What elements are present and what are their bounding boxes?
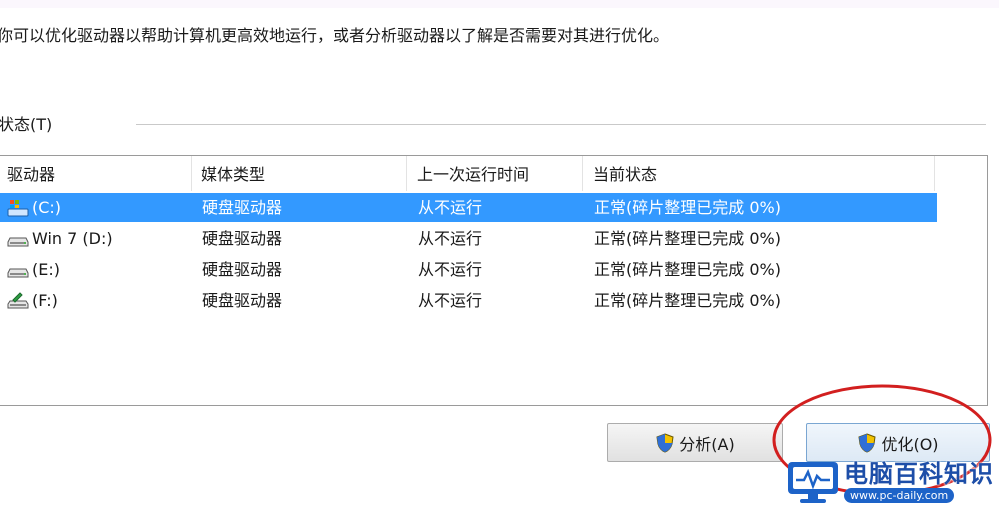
- list-header: 驱动器 媒体类型 上一次运行时间 当前状态: [0, 156, 987, 191]
- status-divider: [136, 124, 986, 125]
- last-run: 从不运行: [418, 198, 483, 217]
- drive-name: (C:): [32, 198, 62, 217]
- last-run: 从不运行: [418, 229, 483, 248]
- media-type: 硬盘驱动器: [202, 229, 283, 248]
- column-header-last-run[interactable]: 上一次运行时间: [407, 156, 583, 191]
- uac-shield-icon: [857, 432, 877, 453]
- column-header-drive[interactable]: 驱动器: [0, 156, 192, 191]
- last-run: 从不运行: [418, 260, 483, 279]
- table-row[interactable]: Win 7 (D:) 硬盘驱动器 从不运行 正常(碎片整理已完成 0%): [0, 224, 937, 253]
- media-type: 硬盘驱动器: [202, 198, 283, 217]
- drive-name: (F:): [32, 291, 58, 310]
- drive-name: Win 7 (D:): [32, 229, 113, 248]
- current-status: 正常(碎片整理已完成 0%): [594, 198, 781, 217]
- window-top-band: [0, 0, 999, 8]
- hard-drive-icon: [7, 261, 29, 279]
- column-header-filler: [935, 156, 987, 191]
- description-text: 你可以优化驱动器以帮助计算机更高效地运行，或者分析驱动器以了解是否需要对其进行优…: [0, 26, 670, 45]
- table-row[interactable]: (C:) 硬盘驱动器 从不运行 正常(碎片整理已完成 0%): [0, 193, 937, 222]
- watermark-title: 电脑百科知识: [844, 459, 994, 488]
- last-run: 从不运行: [418, 291, 483, 310]
- current-status: 正常(碎片整理已完成 0%): [594, 260, 781, 279]
- uac-shield-icon: [655, 432, 675, 453]
- monitor-logo-icon: [788, 461, 838, 503]
- column-header-current-status[interactable]: 当前状态: [583, 156, 935, 191]
- optimize-button-label: 优化(O): [881, 434, 939, 454]
- shared-drive-icon: [7, 291, 29, 310]
- analyze-button[interactable]: 分析(A): [607, 423, 783, 462]
- hard-drive-icon: [7, 230, 29, 248]
- watermark-site: www.pc-daily.com: [844, 487, 955, 503]
- status-section-label: 状态(T): [0, 115, 53, 134]
- media-type: 硬盘驱动器: [202, 291, 283, 310]
- current-status: 正常(碎片整理已完成 0%): [594, 291, 781, 310]
- system-drive-icon: [7, 199, 29, 217]
- table-row[interactable]: (E:) 硬盘驱动器 从不运行 正常(碎片整理已完成 0%): [0, 255, 937, 284]
- drive-name: (E:): [32, 260, 60, 279]
- watermark: 电脑百科知识 www.pc-daily.com: [786, 456, 999, 507]
- analyze-button-label: 分析(A): [679, 434, 735, 454]
- current-status: 正常(碎片整理已完成 0%): [594, 229, 781, 248]
- drive-list[interactable]: 驱动器 媒体类型 上一次运行时间 当前状态 (C:) 硬盘驱动器 从不运行 正常…: [0, 155, 988, 406]
- media-type: 硬盘驱动器: [202, 260, 283, 279]
- column-header-media-type[interactable]: 媒体类型: [192, 156, 407, 191]
- table-row[interactable]: (F:) 硬盘驱动器 从不运行 正常(碎片整理已完成 0%): [0, 286, 937, 315]
